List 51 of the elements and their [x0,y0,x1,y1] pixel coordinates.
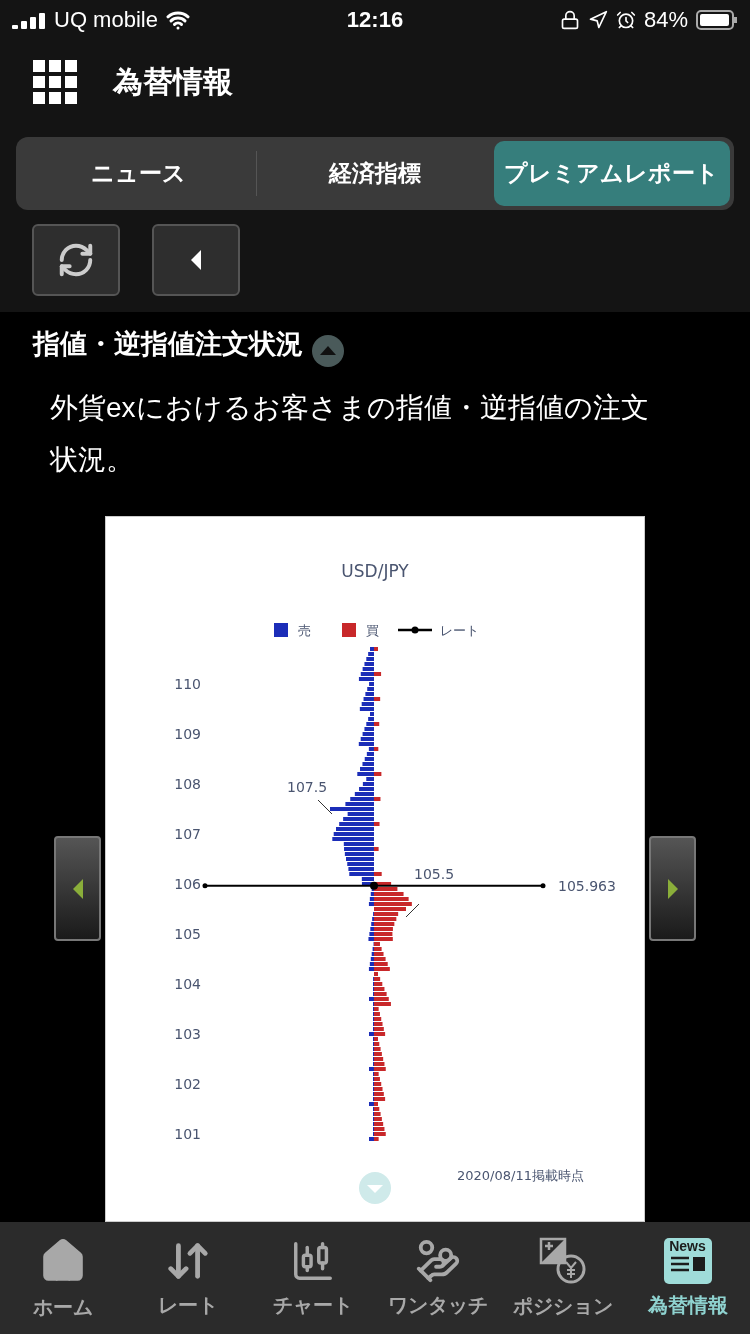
alarm-icon [615,10,636,30]
location-icon [587,10,608,30]
clock-time: 12:16 [346,7,404,33]
tab-bar-item[interactable]: ポジション [500,1222,625,1334]
chart-footnote: 2020/08/11掲載時点 [457,1168,584,1183]
carrier-name: UQ mobile [54,7,158,33]
signal-icon [12,11,46,29]
axis-label: 101 [174,1126,201,1142]
axis-label: 102 [174,1076,201,1092]
axis-label: 107 [174,826,201,842]
legend-label: レート [440,623,479,638]
chart-title: USD/JPY [341,561,409,581]
refresh-icon [57,241,95,279]
battery-percent: 84% [643,7,688,33]
tab-bar-item[interactable]: チャート [250,1222,375,1334]
legend-label: 買 [366,623,379,638]
section-title: 指値・逆指値注文状況 [33,328,303,361]
tab-bar-item[interactable]: ワンタッチ [375,1222,500,1334]
coins-hand-icon [414,1237,461,1284]
annotation-label: 105.5 [414,866,455,882]
page-title: 為替情報 [113,64,233,100]
collapse-icon[interactable] [311,334,345,368]
tab-bar-item[interactable]: ホーム [0,1222,125,1334]
right-triangle-icon [665,877,680,900]
leader-line [405,903,420,918]
segment-tab[interactable]: ニュース [20,151,258,196]
grid-menu-icon[interactable] [33,60,78,105]
axis-label: 104 [174,976,201,992]
axis-label: 103 [174,1026,201,1042]
refresh-button[interactable] [32,224,120,296]
left-triangle-icon [189,249,203,271]
tab-bar-item[interactable]: レート [125,1222,250,1334]
plus-minus-yen-icon [538,1236,587,1285]
segment-tab[interactable]: 経済指標 [257,141,494,206]
axis-label: 105 [174,926,201,942]
axis-label: 106 [174,876,201,892]
tab-bar-item[interactable]: News 為替情報 [625,1222,750,1334]
axis-label: 108 [174,776,201,792]
rate-value: 105.963 [558,877,616,894]
annotation-label: 107.5 [287,779,328,795]
rotation-lock-icon [559,10,580,30]
legend-label: 売 [298,623,311,638]
section-description: 外貨exにおけるお客さまの指値・逆指値の注文状況。 [50,391,650,477]
axis-label: 110 [174,676,201,692]
axis-label: 109 [174,726,201,742]
news-icon: News [663,1237,712,1284]
previous-button[interactable] [54,836,101,941]
battery-icon [696,10,738,30]
leader-line [317,799,333,815]
segment-tab[interactable]: プレミアムレポート [493,141,730,206]
next-button[interactable] [649,836,696,941]
